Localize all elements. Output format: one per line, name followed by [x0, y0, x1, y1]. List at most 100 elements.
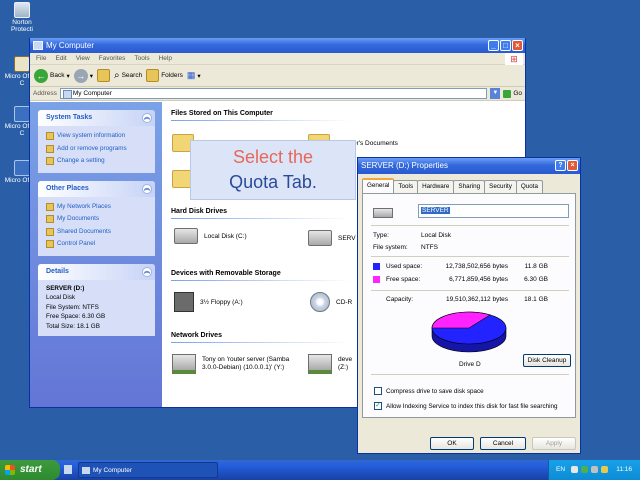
system-info-icon	[46, 132, 54, 141]
ok-button[interactable]: OK	[430, 437, 474, 450]
address-label: Address	[33, 90, 57, 97]
network-drive-icon	[308, 354, 332, 374]
floppy-drive-a[interactable]: 3½ Floppy (A:)	[174, 292, 243, 312]
taskbar-item-my-computer[interactable]: My Computer	[78, 462, 218, 478]
type-label: Type:	[373, 232, 389, 239]
server-disk-d[interactable]: SERV	[308, 230, 356, 246]
place-control-panel[interactable]: Control Panel	[46, 238, 149, 251]
apply-button[interactable]: Apply	[532, 437, 576, 450]
tray-icon[interactable]	[591, 466, 598, 473]
desktop-icon-norton[interactable]: Norton Protecti	[2, 2, 42, 33]
go-button[interactable]: Go	[503, 89, 522, 98]
close-button[interactable]: ×	[512, 40, 523, 51]
up-button[interactable]	[96, 69, 110, 82]
other-places-header[interactable]: Other Places ︽	[38, 180, 155, 197]
chevron-down-icon: ▾	[66, 72, 70, 80]
toolbar: ← Back ▾ → ▾ ⌕ Search Folders ▦ ▾	[30, 65, 525, 87]
dialog-close-button[interactable]: ×	[567, 160, 578, 171]
minimize-button[interactable]: _	[488, 40, 499, 51]
group-hdd-header: Hard Disk Drives	[171, 208, 228, 215]
other-places-panel: Other Places ︽ My Network Places My Docum…	[38, 180, 155, 256]
menu-file[interactable]: File	[36, 55, 46, 62]
taskbar: start My Computer EN 11:16	[0, 460, 640, 480]
search-button[interactable]: ⌕ Search	[114, 70, 142, 81]
help-button[interactable]: ?	[555, 160, 566, 171]
views-icon: ▦	[186, 70, 196, 80]
forward-button[interactable]: → ▾	[73, 68, 93, 83]
cancel-button[interactable]: Cancel	[480, 437, 526, 450]
address-input[interactable]: My Computer	[59, 88, 488, 99]
network-icon	[46, 202, 54, 211]
task-add-remove-programs[interactable]: Add or remove programs	[46, 143, 149, 156]
hard-drive-icon	[174, 228, 198, 244]
address-bar: Address My Computer ▼ Go	[30, 87, 525, 101]
menu-help[interactable]: Help	[159, 55, 172, 62]
group-divider	[171, 342, 351, 343]
place-my-documents[interactable]: My Documents	[46, 213, 149, 226]
group-divider	[171, 280, 351, 281]
tray-icon[interactable]	[571, 466, 578, 473]
tab-quota[interactable]: Quota	[515, 180, 544, 193]
details-header[interactable]: Details ︽	[38, 263, 155, 280]
divider	[371, 256, 569, 257]
network-drive-y[interactable]: Tony on 'router server (Samba 3.0.0-Debi…	[172, 354, 312, 374]
tab-tools[interactable]: Tools	[393, 180, 419, 193]
back-button[interactable]: ← Back ▾	[34, 68, 70, 83]
volume-name-input[interactable]: SERVER	[418, 204, 569, 218]
norton-icon	[14, 2, 30, 18]
views-button[interactable]: ▦ ▾	[187, 70, 201, 81]
maximize-button[interactable]: □	[500, 40, 511, 51]
place-network[interactable]: My Network Places	[46, 201, 149, 214]
window-titlebar[interactable]: My Computer _ □ ×	[30, 38, 525, 53]
cd-drive[interactable]: CD-R	[310, 292, 352, 312]
address-dropdown-button[interactable]: ▼	[490, 88, 501, 99]
language-indicator[interactable]: EN	[556, 460, 565, 480]
tab-hardware[interactable]: Hardware	[417, 180, 455, 193]
task-view-system-info[interactable]: View system information	[46, 130, 149, 143]
menu-edit[interactable]: Edit	[55, 55, 66, 62]
tab-general[interactable]: General	[362, 178, 395, 193]
windows-logo-icon: ⊞	[505, 53, 523, 65]
menu-favorites[interactable]: Favorites	[99, 55, 126, 62]
collapse-icon[interactable]: ︽	[142, 113, 152, 123]
tray-icon[interactable]	[601, 466, 608, 473]
compress-checkbox[interactable]	[374, 387, 382, 395]
task-change-setting[interactable]: Change a setting	[46, 155, 149, 168]
place-shared-documents[interactable]: Shared Documents	[46, 226, 149, 239]
dialog-titlebar[interactable]: SERVER (D:) Properties ? ×	[358, 158, 580, 174]
details-panel: Details ︽ SERVER (D:) Local Disk File Sys…	[38, 263, 155, 336]
tray-icon[interactable]	[581, 466, 588, 473]
compress-checkbox-row[interactable]: Compress drive to save disk space	[374, 387, 484, 395]
drive-label: Drive D	[459, 361, 481, 368]
callout-line-2: Quota Tab.	[229, 172, 317, 192]
used-gb: 11.8 GB	[524, 263, 548, 270]
group-divider	[171, 120, 351, 121]
system-tray: EN 11:16	[548, 460, 640, 480]
task-pane: System Tasks ︽ View system information Ad…	[30, 102, 162, 407]
tab-sharing[interactable]: Sharing	[453, 180, 486, 193]
menu-bar: File Edit View Favorites Tools Help ⊞	[30, 53, 525, 65]
used-bytes: 12,738,502,656 bytes	[445, 263, 508, 270]
window-title: My Computer	[46, 41, 95, 50]
local-disk-c[interactable]: Local Disk (C:)	[174, 228, 247, 244]
folders-button[interactable]: Folders	[146, 69, 183, 82]
disk-cleanup-button[interactable]: Disk Cleanup	[523, 354, 571, 367]
indexing-checkbox-row[interactable]: ✓ Allow Indexing Service to index this di…	[374, 402, 558, 410]
capacity-bytes: 19,510,362,112 bytes	[445, 296, 508, 303]
control-panel-icon	[46, 157, 54, 166]
quick-launch-icon[interactable]	[64, 465, 72, 474]
system-tasks-panel: System Tasks ︽ View system information Ad…	[38, 110, 155, 173]
indexing-checkbox[interactable]: ✓	[374, 402, 382, 410]
start-button[interactable]: start	[0, 460, 60, 480]
collapse-icon[interactable]: ︽	[142, 183, 152, 194]
menu-tools[interactable]: Tools	[134, 55, 149, 62]
used-label: Used space:	[386, 263, 423, 270]
collapse-icon[interactable]: ︽	[142, 266, 152, 277]
fs-value: NTFS	[421, 244, 438, 251]
callout-line-1: Select the	[232, 147, 314, 167]
system-tasks-header[interactable]: System Tasks ︽	[38, 110, 155, 126]
menu-view[interactable]: View	[76, 55, 90, 62]
network-drive-z[interactable]: deve (Z:)	[308, 354, 356, 374]
tab-security[interactable]: Security	[484, 180, 517, 193]
chevron-down-icon: ▾	[89, 72, 93, 80]
